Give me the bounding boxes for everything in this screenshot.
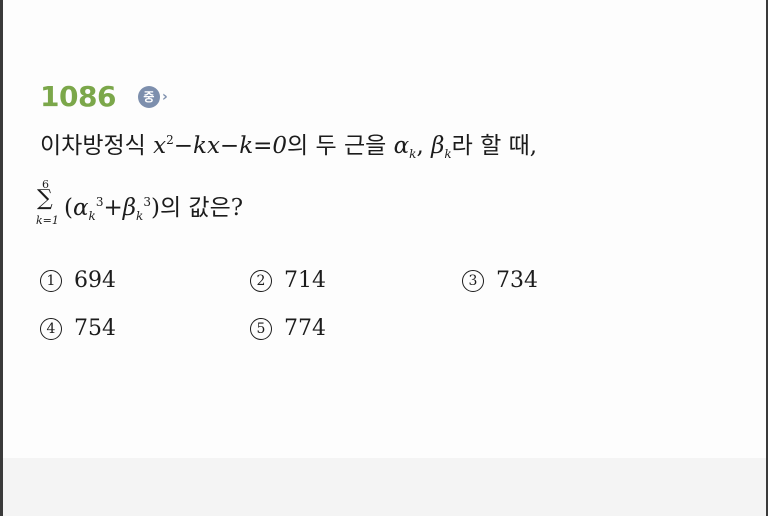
choice-marker: 3: [462, 269, 484, 292]
choice-2[interactable]: 2 714: [250, 268, 326, 293]
choice-marker: 5: [250, 317, 272, 340]
chevron-right-icon: ›: [161, 88, 168, 105]
choice-5[interactable]: 5 774: [250, 316, 326, 341]
question-text-line2: (αk3+βk3)의 값은?: [64, 188, 243, 223]
alpha-symbol: α: [393, 133, 410, 159]
choice-value: 734: [496, 268, 538, 293]
summation-symbol: 6 ∑ k=1: [36, 178, 62, 230]
beta-subscript: k: [136, 209, 144, 223]
choice-3[interactable]: 3 734: [462, 268, 538, 293]
beta-symbol: β: [122, 195, 137, 221]
sigma-icon: ∑: [37, 186, 53, 211]
choice-1[interactable]: 1 694: [40, 268, 116, 293]
equation-rest: −kx−k=0: [173, 133, 288, 159]
alpha-symbol: α: [72, 195, 89, 221]
choice-value: 774: [284, 316, 326, 341]
choice-marker: 2: [250, 269, 272, 292]
plus-sign: +: [103, 195, 123, 221]
text-suffix: 라 할 때,: [451, 133, 538, 159]
question-header: 1086 중 ›: [40, 80, 168, 113]
choice-value: 754: [74, 316, 116, 341]
alpha-subscript: k: [88, 209, 96, 223]
choice-4[interactable]: 4 754: [40, 316, 116, 341]
comma: ,: [416, 133, 432, 159]
beta-subscript: k: [444, 147, 452, 161]
choice-value: 694: [74, 268, 116, 293]
beta-symbol: β: [431, 133, 445, 159]
page-bottom-shade: [3, 458, 766, 516]
choice-marker: 1: [40, 269, 62, 292]
choice-marker: 4: [40, 317, 62, 340]
paren-close: ): [150, 195, 160, 221]
text-prefix: 이차방정식: [40, 133, 154, 159]
question-number: 1086: [40, 80, 116, 113]
question-text-line1: 이차방정식 x2−kx−k=0의 두 근을 αk, βk라 할 때,: [40, 126, 537, 161]
page-left-border: [0, 0, 3, 516]
sum-lower-limit: k=1: [36, 214, 59, 227]
text-suffix: 의 값은?: [159, 195, 244, 221]
difficulty-badge: 중: [137, 85, 160, 108]
exponent-2: 2: [166, 133, 174, 147]
exponent-3: 3: [143, 195, 151, 209]
text-mid: 의 두 근을: [287, 133, 394, 159]
choice-value: 714: [284, 268, 326, 293]
var-x: x: [153, 133, 167, 159]
paren-open: (: [64, 195, 73, 221]
